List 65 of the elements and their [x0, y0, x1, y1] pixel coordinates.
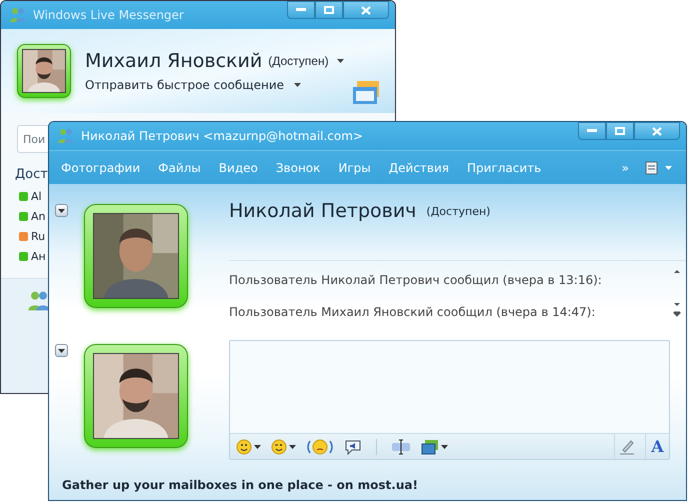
minimize-button[interactable]	[578, 122, 606, 140]
close-button[interactable]	[343, 1, 389, 19]
window-title: Николай Петрович <mazurnp@hotmail.com>	[81, 129, 364, 143]
smiley-icon	[236, 438, 252, 454]
user-avatar[interactable]	[84, 344, 188, 448]
message-input[interactable]: A	[229, 340, 670, 460]
status-dropdown[interactable]: (Доступен)	[268, 54, 344, 68]
caret-icon	[254, 444, 261, 448]
contact-item[interactable]: Al	[19, 186, 42, 206]
wink-icon	[271, 438, 287, 454]
contact-item[interactable]: Ан	[19, 246, 46, 266]
close-icon	[361, 6, 371, 14]
caret-icon	[58, 348, 65, 352]
minimize-icon	[587, 129, 597, 133]
contact-name: Николай Петрович	[229, 200, 416, 222]
contact-item[interactable]: Ru	[19, 226, 46, 246]
minimize-button[interactable]	[287, 1, 315, 19]
people-icon	[57, 127, 75, 145]
menu-item[interactable]: Файлы	[150, 156, 209, 180]
group-heading[interactable]: Дост	[15, 167, 48, 182]
mail-icon[interactable]	[351, 81, 381, 107]
contact-avatar[interactable]	[84, 204, 188, 308]
avatar[interactable]	[17, 44, 71, 98]
pen-icon	[619, 438, 635, 454]
collapse-button[interactable]	[55, 204, 68, 217]
close-button[interactable]	[634, 122, 680, 140]
people-icon	[9, 6, 27, 24]
caret-icon	[441, 444, 448, 448]
people-icon	[27, 289, 51, 313]
caret-icon	[336, 59, 344, 63]
font-button[interactable]: A	[645, 434, 669, 459]
menu-item[interactable]: Пригласить	[459, 156, 550, 180]
close-icon	[652, 126, 662, 136]
text-cursor-icon	[391, 438, 411, 454]
more-button[interactable]: »	[614, 156, 637, 180]
user-name: Михаил Яновский	[85, 50, 262, 72]
contact-status: (Доступен)	[426, 204, 490, 218]
contact-item[interactable]: An	[19, 206, 46, 226]
maximize-button[interactable]	[315, 1, 343, 19]
scrollbar[interactable]	[672, 267, 682, 317]
maximize-icon	[615, 127, 625, 135]
scroll-arrows-icon	[672, 267, 682, 317]
menu-item[interactable]: Игры	[330, 156, 379, 180]
collapse-button[interactable]	[55, 344, 68, 357]
speech-bubble-icon	[344, 438, 362, 454]
quick-message-link[interactable]: Отправить быстрое сообщение	[85, 78, 284, 92]
document-icon	[645, 160, 659, 174]
menu-item[interactable]: Действия	[380, 156, 457, 180]
minimize-icon	[296, 8, 306, 12]
image-icon	[421, 438, 439, 454]
caret-icon	[665, 166, 672, 170]
message-header: Пользователь Николай Петрович сообщил (вчера в 13:16):	[229, 273, 602, 287]
search-field[interactable]: Пои	[17, 125, 49, 153]
menu-item[interactable]: Видео	[210, 156, 266, 180]
maximize-icon	[324, 6, 334, 14]
maximize-button[interactable]	[606, 122, 634, 140]
menu-item[interactable]: Звонок	[268, 156, 328, 180]
message-header: Пользователь Михаил Яновский сообщил (вчера в 14:47):	[229, 305, 596, 319]
nudge-icon	[306, 438, 334, 456]
caret-icon	[294, 83, 302, 87]
menu-item[interactable]: Фотографии	[61, 156, 148, 180]
caret-icon	[58, 208, 65, 212]
ad-text: Gather up your mailboxes in one place - on most.ua!	[61, 478, 419, 494]
window-title: Windows Live Messenger	[33, 8, 185, 22]
caret-icon	[289, 444, 296, 448]
